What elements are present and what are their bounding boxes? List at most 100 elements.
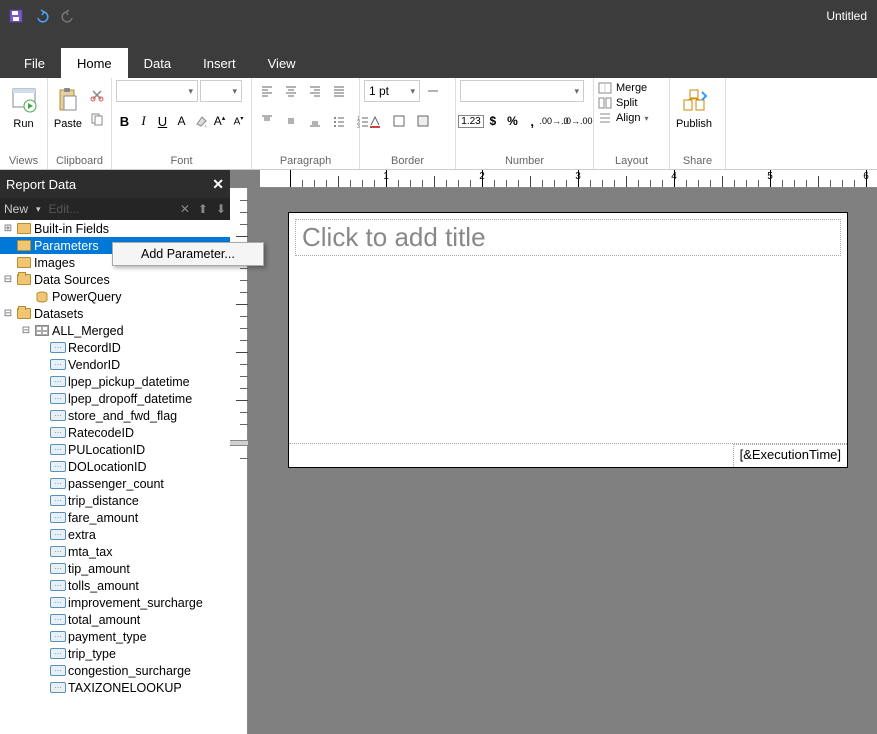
tree-field[interactable]: ⋯total_amount [0,611,230,628]
tree-all-merged[interactable]: ⊟ ALL_Merged [0,322,230,339]
tree-field[interactable]: ⋯store_and_fwd_flag [0,407,230,424]
fill-color-button[interactable] [192,110,209,132]
grow-font-button[interactable]: A▴ [211,110,228,132]
font-color-button[interactable]: A [173,110,190,132]
justify-button[interactable] [328,80,350,102]
bold-button[interactable]: B [116,110,133,132]
report-data-tree[interactable]: ⊞ Built-in Fields Parameters Images ⊟ Da… [0,220,230,734]
tree-field[interactable]: ⋯extra [0,526,230,543]
context-menu: Add Parameter... [112,242,264,266]
run-button[interactable]: Run [4,80,43,130]
report-footer[interactable]: [&ExecutionTime] [289,443,847,467]
panel-moveup-icon[interactable]: ⬆ [198,202,208,216]
shrink-font-button[interactable]: A▾ [230,110,247,132]
panel-toolbar: New ▾ Edit... ✕ ⬆ ⬇ [0,198,230,220]
border-style-button[interactable] [422,80,444,102]
tree-field[interactable]: ⋯improvement_surcharge [0,594,230,611]
bullets-button[interactable] [328,110,350,132]
cut-icon[interactable] [86,84,108,106]
tree-field[interactable]: ⋯congestion_surcharge [0,662,230,679]
align-left-button[interactable] [256,80,278,102]
panel-close-button[interactable]: ✕ [212,176,224,193]
tree-field[interactable]: ⋯VendorID [0,356,230,373]
font-size-combo[interactable]: ▾ [200,80,242,102]
tree-field[interactable]: ⋯TAXIZONELOOKUP [0,679,230,696]
align-right-button[interactable] [304,80,326,102]
ribbon: Run Views Paste Clipboard ▾ [0,78,877,170]
report-body[interactable] [289,263,847,443]
valign-top-button[interactable] [256,110,278,132]
align-center-button[interactable] [280,80,302,102]
title-textbox[interactable]: Click to add title [295,219,841,256]
publish-icon [678,84,710,116]
tree-field[interactable]: ⋯RatecodeID [0,424,230,441]
placeholder-format-button[interactable]: 1.23 [460,110,482,132]
number-format-combo[interactable]: ▾ [460,80,584,102]
redo-icon[interactable] [56,4,80,28]
undo-icon[interactable] [30,4,54,28]
background-color-button[interactable] [412,110,434,132]
tree-field[interactable]: ⋯tolls_amount [0,577,230,594]
context-add-parameter[interactable]: Add Parameter... [113,243,263,265]
increase-decimal-button[interactable]: .00→.0 [543,110,565,132]
tab-insert[interactable]: Insert [187,48,252,78]
report-page[interactable]: Click to add title [&ExecutionTime] [288,212,848,468]
tree-field[interactable]: ⋯trip_type [0,645,230,662]
tree-field[interactable]: ⋯PULocationID [0,441,230,458]
report-data-panel: Report Data ✕ New ▾ Edit... ✕ ⬆ ⬇ ⊞ Buil… [0,170,230,734]
valign-middle-button[interactable] [280,110,302,132]
horizontal-ruler: 123456 [260,170,877,188]
panel-delete-icon[interactable]: ✕ [180,202,190,216]
tree-field[interactable]: ⋯payment_type [0,628,230,645]
tree-field[interactable]: ⋯DOLocationID [0,458,230,475]
report-header[interactable]: Click to add title [289,213,847,263]
run-icon [8,84,40,116]
tree-field[interactable]: ⋯RecordID [0,339,230,356]
tree-datasources[interactable]: ⊟ Data Sources [0,271,230,288]
tree-field[interactable]: ⋯lpep_dropoff_datetime [0,390,230,407]
italic-button[interactable]: I [135,110,152,132]
split-button[interactable]: Split [598,97,648,109]
decrease-decimal-button[interactable]: .0→.00 [567,110,589,132]
quick-access-toolbar [0,4,84,28]
merge-button[interactable]: Merge [598,82,648,94]
tab-view[interactable]: View [252,48,312,78]
paste-button[interactable]: Paste [52,80,84,130]
vertical-ruler [230,188,248,734]
font-family-combo[interactable]: ▾ [116,80,198,102]
thousands-button[interactable]: , [523,110,541,132]
tree-field[interactable]: ⋯trip_distance [0,492,230,509]
border-preset-button[interactable] [388,110,410,132]
tree-field[interactable]: ⋯passenger_count [0,475,230,492]
tree-builtin-fields[interactable]: ⊞ Built-in Fields [0,220,230,237]
panel-movedown-icon[interactable]: ⬇ [216,202,226,216]
tree-field[interactable]: ⋯fare_amount [0,509,230,526]
tree-field[interactable]: ⋯tip_amount [0,560,230,577]
title-bar: Untitled [0,0,877,32]
ribbon-tabs: File Home Data Insert View [0,48,877,78]
underline-button[interactable]: U [154,110,171,132]
execution-time-textbox[interactable]: [&ExecutionTime] [733,444,847,467]
design-surface[interactable]: 123456 Click to add title [&ExecutionTim… [230,170,877,734]
border-color-button[interactable] [364,110,386,132]
panel-header: Report Data ✕ [0,170,230,198]
tree-field[interactable]: ⋯lpep_pickup_datetime [0,373,230,390]
paste-icon [52,84,84,116]
panel-edit-button[interactable]: Edit... [49,202,80,216]
copy-icon[interactable] [86,108,108,130]
currency-button[interactable]: $ [484,110,502,132]
tree-datasets[interactable]: ⊟ Datasets [0,305,230,322]
valign-bottom-button[interactable] [304,110,326,132]
tab-home[interactable]: Home [61,48,128,78]
publish-button[interactable]: Publish [674,80,714,130]
percent-button[interactable]: % [504,110,522,132]
align-button[interactable]: Align▾ [598,112,648,124]
panel-new-button[interactable]: New [4,202,28,216]
border-width-combo[interactable]: 1 pt▾ [364,80,420,102]
save-icon[interactable] [4,4,28,28]
tree-field[interactable]: ⋯mta_tax [0,543,230,560]
tree-powerquery[interactable]: PowerQuery [0,288,230,305]
window-title: Untitled [826,9,877,23]
tab-data[interactable]: Data [128,48,187,78]
tab-file[interactable]: File [8,48,61,78]
